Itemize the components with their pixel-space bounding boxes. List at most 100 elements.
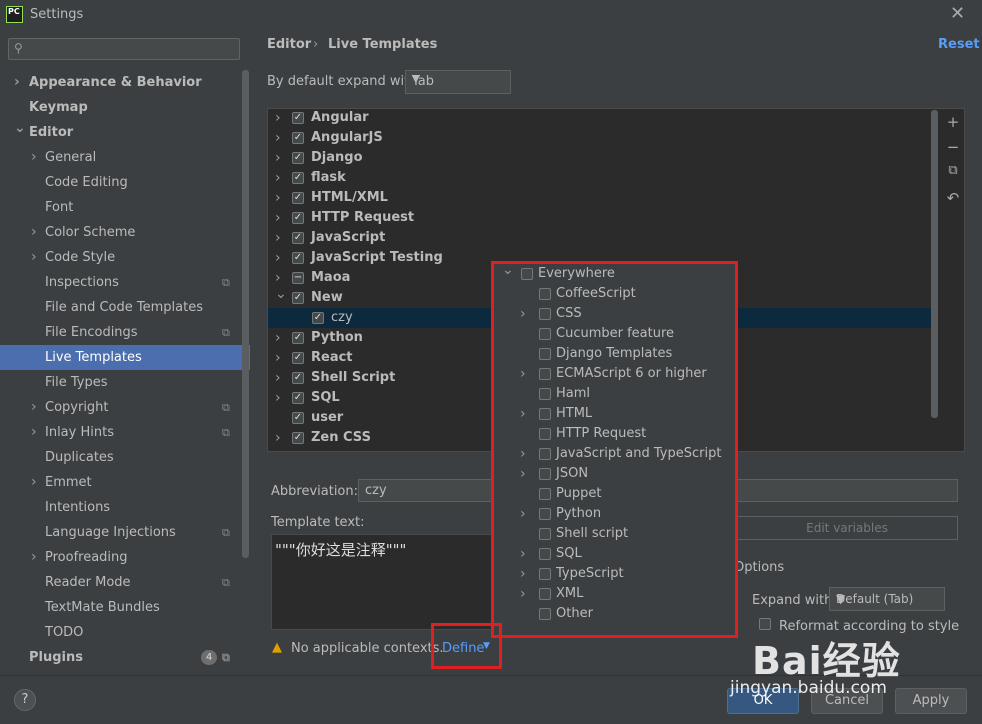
chevron-right-icon[interactable]: › [31, 545, 37, 570]
remove-icon[interactable]: − [945, 138, 961, 156]
edit-variables-button[interactable]: Edit variables [736, 516, 958, 540]
chevron-right-icon[interactable]: › [275, 388, 281, 408]
chevron-right-icon[interactable]: › [275, 128, 281, 148]
chevron-right-icon[interactable]: › [31, 220, 37, 245]
sidebar-item-appearance-behavior[interactable]: › Appearance & Behavior [0, 70, 250, 95]
expand-with-label: By default expand with [267, 74, 418, 89]
expand-with-option-label: Expand with [752, 593, 833, 608]
template-label: user [311, 410, 344, 425]
tree-scrollbar[interactable] [931, 110, 938, 418]
sidebar-item-file-encodings[interactable]: File Encodings ⧉ [0, 320, 250, 345]
template-group-flask[interactable]: › ✓ flask [268, 168, 938, 188]
chevron-right-icon[interactable]: › [14, 70, 20, 95]
sidebar-item-font[interactable]: Font [0, 195, 250, 220]
chevron-right-icon[interactable]: › [275, 248, 281, 268]
sidebar-item-live-templates[interactable]: Live Templates [0, 345, 250, 370]
template-label: HTML/XML [311, 190, 388, 205]
template-group-angularjs[interactable]: › ✓ AngularJS [268, 128, 938, 148]
default-expand-select[interactable]: Tab ▼ [405, 70, 511, 94]
template-checkbox[interactable]: ✓ [292, 132, 304, 144]
template-checkbox[interactable]: ✓ [292, 432, 304, 444]
project-settings-icon: ⧉ [222, 426, 230, 439]
close-icon[interactable]: ✕ [950, 3, 965, 24]
sidebar-item-inspections[interactable]: Inspections ⧉ [0, 270, 250, 295]
breadcrumb-editor[interactable]: Editor [267, 37, 311, 52]
template-text-value: """你好这是注释""" [275, 541, 407, 559]
chevron-right-icon[interactable]: › [31, 395, 37, 420]
template-label: New [311, 290, 343, 305]
apply-button[interactable]: Apply [895, 688, 967, 714]
template-group-http-request[interactable]: › ✓ HTTP Request [268, 208, 938, 228]
expand-with-select[interactable]: Default (Tab) ▼ [829, 587, 945, 611]
sidebar-item-label: Intentions [45, 500, 111, 515]
template-checkbox[interactable]: ✓ [292, 352, 304, 364]
copy-icon[interactable]: ⧉ [945, 163, 961, 181]
reformat-checkbox[interactable] [759, 618, 771, 630]
chevron-right-icon[interactable]: › [31, 470, 37, 495]
sidebar-item-emmet[interactable]: › Emmet [0, 470, 250, 495]
template-checkbox[interactable]: ✓ [292, 152, 304, 164]
template-checkbox[interactable]: ✓ [292, 232, 304, 244]
chevron-down-icon[interactable]: ⌄ [275, 284, 287, 304]
template-group-javascript[interactable]: › ✓ JavaScript [268, 228, 938, 248]
template-label: SQL [311, 390, 340, 405]
template-checkbox[interactable]: − [292, 272, 304, 284]
define-highlight-box [431, 623, 502, 669]
sidebar-item-file-types[interactable]: File Types [0, 370, 250, 395]
chevron-right-icon[interactable]: › [275, 368, 281, 388]
sidebar-item-file-and-code-templates[interactable]: File and Code Templates [0, 295, 250, 320]
template-checkbox[interactable]: ✓ [292, 392, 304, 404]
chevron-right-icon[interactable]: › [275, 328, 281, 348]
sidebar-item-textmate-bundles[interactable]: TextMate Bundles [0, 595, 250, 620]
template-checkbox[interactable]: ✓ [312, 312, 324, 324]
sidebar-item-code-editing[interactable]: Code Editing [0, 170, 250, 195]
chevron-right-icon[interactable]: › [31, 245, 37, 270]
chevron-right-icon[interactable]: › [31, 420, 37, 445]
sidebar-scrollbar[interactable] [242, 70, 249, 558]
chevron-down-icon[interactable]: ⌄ [14, 116, 26, 141]
abbreviation-label: Abbreviation: [271, 484, 359, 499]
sidebar-item-todo[interactable]: TODO [0, 620, 250, 645]
sidebar-item-inlay-hints[interactable]: › Inlay Hints ⧉ [0, 420, 250, 445]
template-checkbox[interactable]: ✓ [292, 252, 304, 264]
sidebar-item-keymap[interactable]: Keymap [0, 95, 250, 120]
chevron-right-icon[interactable]: › [275, 108, 281, 128]
sidebar-item-duplicates[interactable]: Duplicates [0, 445, 250, 470]
chevron-right-icon[interactable]: › [31, 145, 37, 170]
sidebar-item-general[interactable]: › General [0, 145, 250, 170]
sidebar-item-copyright[interactable]: › Copyright ⧉ [0, 395, 250, 420]
template-checkbox[interactable]: ✓ [292, 112, 304, 124]
sidebar-item-reader-mode[interactable]: Reader Mode ⧉ [0, 570, 250, 595]
chevron-right-icon[interactable]: › [275, 188, 281, 208]
template-text-label: Template text: [271, 515, 365, 530]
template-checkbox[interactable]: ✓ [292, 412, 304, 424]
template-group-angular[interactable]: › ✓ Angular [268, 108, 938, 128]
add-icon[interactable]: + [945, 113, 961, 131]
template-label: Django [311, 150, 363, 165]
template-checkbox[interactable]: ✓ [292, 332, 304, 344]
chevron-right-icon[interactable]: › [275, 428, 281, 448]
template-checkbox[interactable]: ✓ [292, 212, 304, 224]
restore-icon[interactable]: ↶ [945, 189, 961, 207]
chevron-right-icon[interactable]: › [275, 208, 281, 228]
chevron-right-icon[interactable]: › [275, 168, 281, 188]
sidebar-item-language-injections[interactable]: Language Injections ⧉ [0, 520, 250, 545]
sidebar-item-proofreading[interactable]: › Proofreading [0, 545, 250, 570]
template-checkbox[interactable]: ✓ [292, 192, 304, 204]
reset-link[interactable]: Reset [938, 37, 980, 52]
help-button[interactable]: ? [14, 689, 36, 711]
template-group-html-xml[interactable]: › ✓ HTML/XML [268, 188, 938, 208]
template-checkbox[interactable]: ✓ [292, 292, 304, 304]
sidebar-item-editor[interactable]: ⌄ Editor [0, 120, 250, 145]
sidebar-item-code-style[interactable]: › Code Style [0, 245, 250, 270]
chevron-right-icon[interactable]: › [275, 148, 281, 168]
sidebar-item-label: Code Style [45, 250, 116, 265]
template-checkbox[interactable]: ✓ [292, 172, 304, 184]
sidebar-item-intentions[interactable]: Intentions [0, 495, 250, 520]
template-checkbox[interactable]: ✓ [292, 372, 304, 384]
template-group-django[interactable]: › ✓ Django [268, 148, 938, 168]
chevron-right-icon[interactable]: › [275, 228, 281, 248]
chevron-right-icon[interactable]: › [275, 348, 281, 368]
settings-search-input[interactable] [8, 38, 240, 60]
sidebar-item-color-scheme[interactable]: › Color Scheme [0, 220, 250, 245]
